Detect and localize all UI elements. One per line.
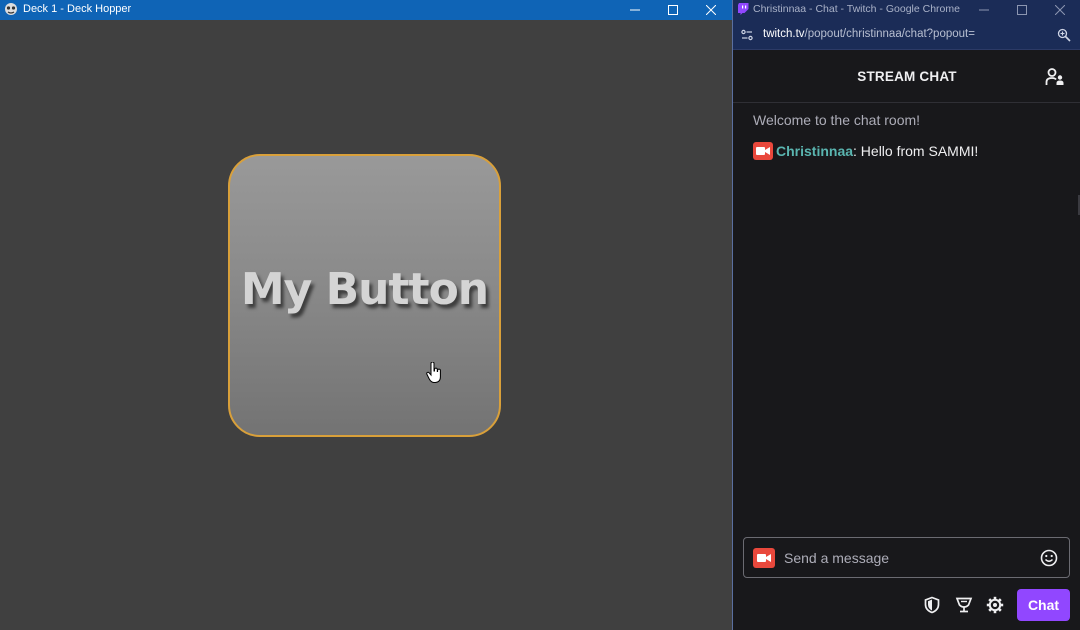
deck-button-label: My Button (240, 264, 489, 315)
deck-window-title: Deck 1 - Deck Hopper (23, 3, 132, 15)
broadcaster-badge-icon[interactable] (753, 548, 775, 568)
zoom-icon[interactable] (1057, 28, 1071, 42)
hand-cursor-icon (426, 362, 441, 383)
stream-chat-title: STREAM CHAT (857, 69, 957, 84)
deck-button-my-button[interactable]: My Button (228, 154, 501, 437)
gear-icon[interactable] (986, 596, 1004, 614)
chat-input-box[interactable] (743, 537, 1070, 578)
maximize-icon (1017, 5, 1027, 15)
chat-username[interactable]: Christinnaa (776, 143, 853, 159)
stream-chat-header: STREAM CHAT (733, 51, 1080, 103)
close-icon (1055, 5, 1065, 15)
close-icon (706, 5, 716, 15)
welcome-message: Welcome to the chat room! (753, 112, 921, 128)
url-host: twitch.tv (763, 28, 805, 40)
minimize-icon (630, 9, 640, 11)
deck-titlebar[interactable]: Deck 1 - Deck Hopper (0, 0, 732, 20)
emote-picker-icon[interactable] (1040, 549, 1058, 567)
chrome-titlebar[interactable]: Christinnaa - Chat - Twitch - Google Chr… (733, 0, 1080, 20)
chat-message-list: Welcome to the chat room! Christinnaa: H… (733, 104, 1080, 524)
chat-toolbar: Chat (733, 588, 1080, 622)
chrome-window-title: Christinnaa - Chat - Twitch - Google Chr… (753, 3, 960, 15)
chalice-icon[interactable] (955, 596, 973, 614)
chat-message: Christinnaa: Hello from SAMMI! (753, 142, 978, 160)
maximize-button[interactable] (654, 0, 692, 20)
twitch-favicon-icon (738, 3, 749, 15)
minimize-button[interactable] (616, 0, 654, 20)
url-path: /popout/christinnaa/chat?popout= (804, 28, 975, 40)
address-bar[interactable]: twitch.tv/popout/christinnaa/chat?popout… (733, 20, 1080, 50)
shield-icon[interactable] (923, 596, 941, 614)
chrome-close-button[interactable] (1041, 0, 1079, 20)
chat-message-input[interactable] (784, 547, 1024, 569)
deck-hopper-window: Deck 1 - Deck Hopper My Button (0, 0, 732, 630)
broadcaster-badge-icon[interactable] (753, 142, 773, 160)
community-icon[interactable] (1045, 67, 1065, 87)
close-button[interactable] (692, 0, 730, 20)
chat-message-text: Hello from SAMMI! (856, 143, 979, 159)
deck-hopper-app-icon (5, 3, 17, 15)
minimize-icon (979, 9, 989, 11)
url-text[interactable]: twitch.tv/popout/christinnaa/chat?popout… (763, 28, 975, 40)
camera-icon (757, 554, 771, 562)
chrome-minimize-button[interactable] (965, 0, 1003, 20)
maximize-icon (668, 5, 678, 15)
site-info-icon[interactable] (740, 28, 754, 42)
chat-send-button[interactable]: Chat (1017, 589, 1070, 621)
chrome-maximize-button[interactable] (1003, 0, 1041, 20)
chrome-chat-window: Christinnaa - Chat - Twitch - Google Chr… (732, 0, 1080, 630)
camera-icon (756, 147, 770, 155)
